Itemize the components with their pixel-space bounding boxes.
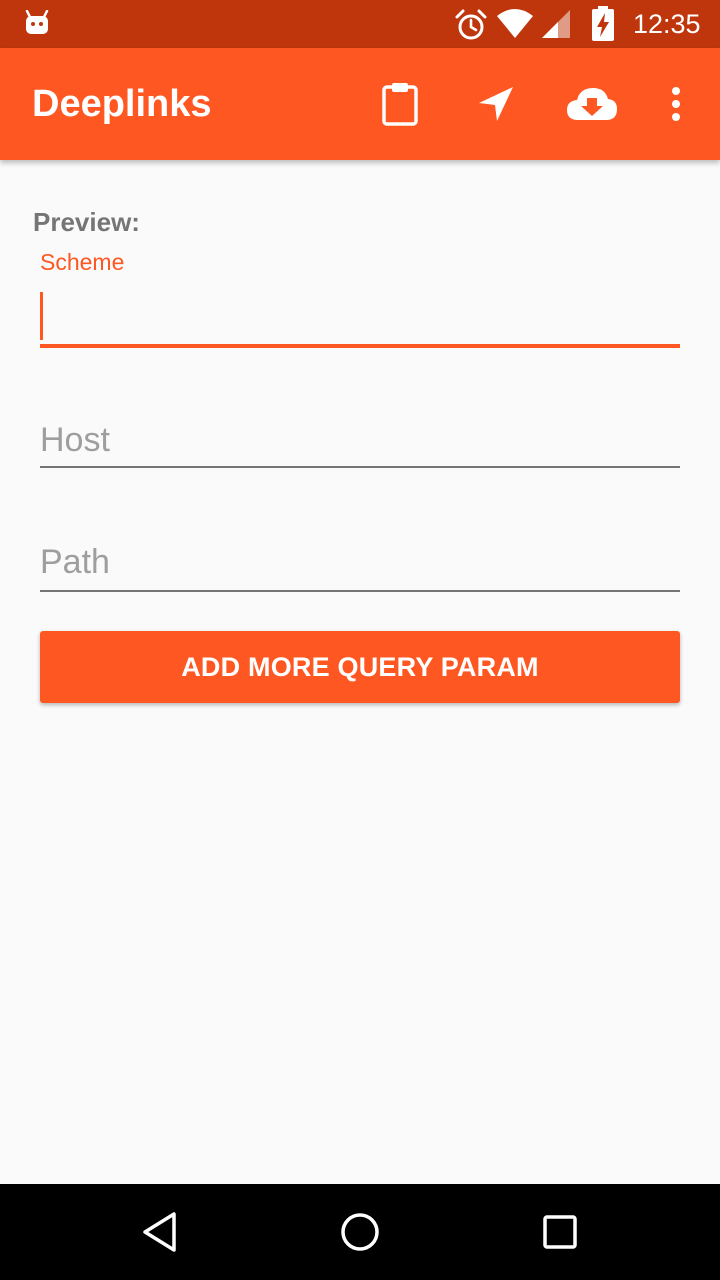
cell-signal-icon — [542, 10, 570, 38]
recents-button[interactable] — [536, 1208, 584, 1256]
preview-label: Preview: — [33, 207, 140, 237]
clipboard-button[interactable] — [374, 78, 426, 130]
navigate-button[interactable] — [470, 78, 522, 130]
more-options-button[interactable] — [650, 78, 702, 130]
host-input[interactable] — [40, 416, 680, 464]
scheme-field[interactable]: Scheme — [40, 248, 680, 360]
cloud-download-icon — [567, 88, 617, 120]
more-vert-icon — [672, 87, 680, 121]
alarm-icon — [455, 9, 487, 40]
host-field[interactable] — [40, 412, 680, 472]
cloud-download-button[interactable] — [566, 78, 618, 130]
back-icon — [143, 1212, 176, 1252]
scheme-input[interactable] — [40, 292, 680, 340]
app-bar: Deeplinks — [0, 48, 720, 160]
scheme-label: Scheme — [40, 249, 125, 275]
back-button[interactable] — [136, 1208, 184, 1256]
wifi-icon — [497, 9, 533, 38]
app-title: Deeplinks — [32, 83, 212, 125]
path-underline — [40, 590, 680, 592]
battery-charging-icon — [592, 6, 614, 41]
status-bar: 12:35 — [0, 0, 720, 48]
scheme-underline — [40, 344, 680, 348]
home-icon — [341, 1213, 379, 1251]
home-button[interactable] — [336, 1208, 384, 1256]
system-nav-bar — [0, 1184, 720, 1280]
path-field[interactable] — [40, 534, 680, 594]
android-notification-icon — [25, 10, 49, 34]
path-input[interactable] — [40, 538, 680, 586]
navigation-arrow-icon — [479, 87, 513, 121]
add-query-param-button[interactable]: ADD MORE QUERY PARAM — [40, 631, 680, 703]
clipboard-icon — [382, 83, 418, 126]
status-clock: 12:35 — [633, 9, 701, 39]
host-underline — [40, 466, 680, 468]
recents-icon — [543, 1215, 577, 1249]
